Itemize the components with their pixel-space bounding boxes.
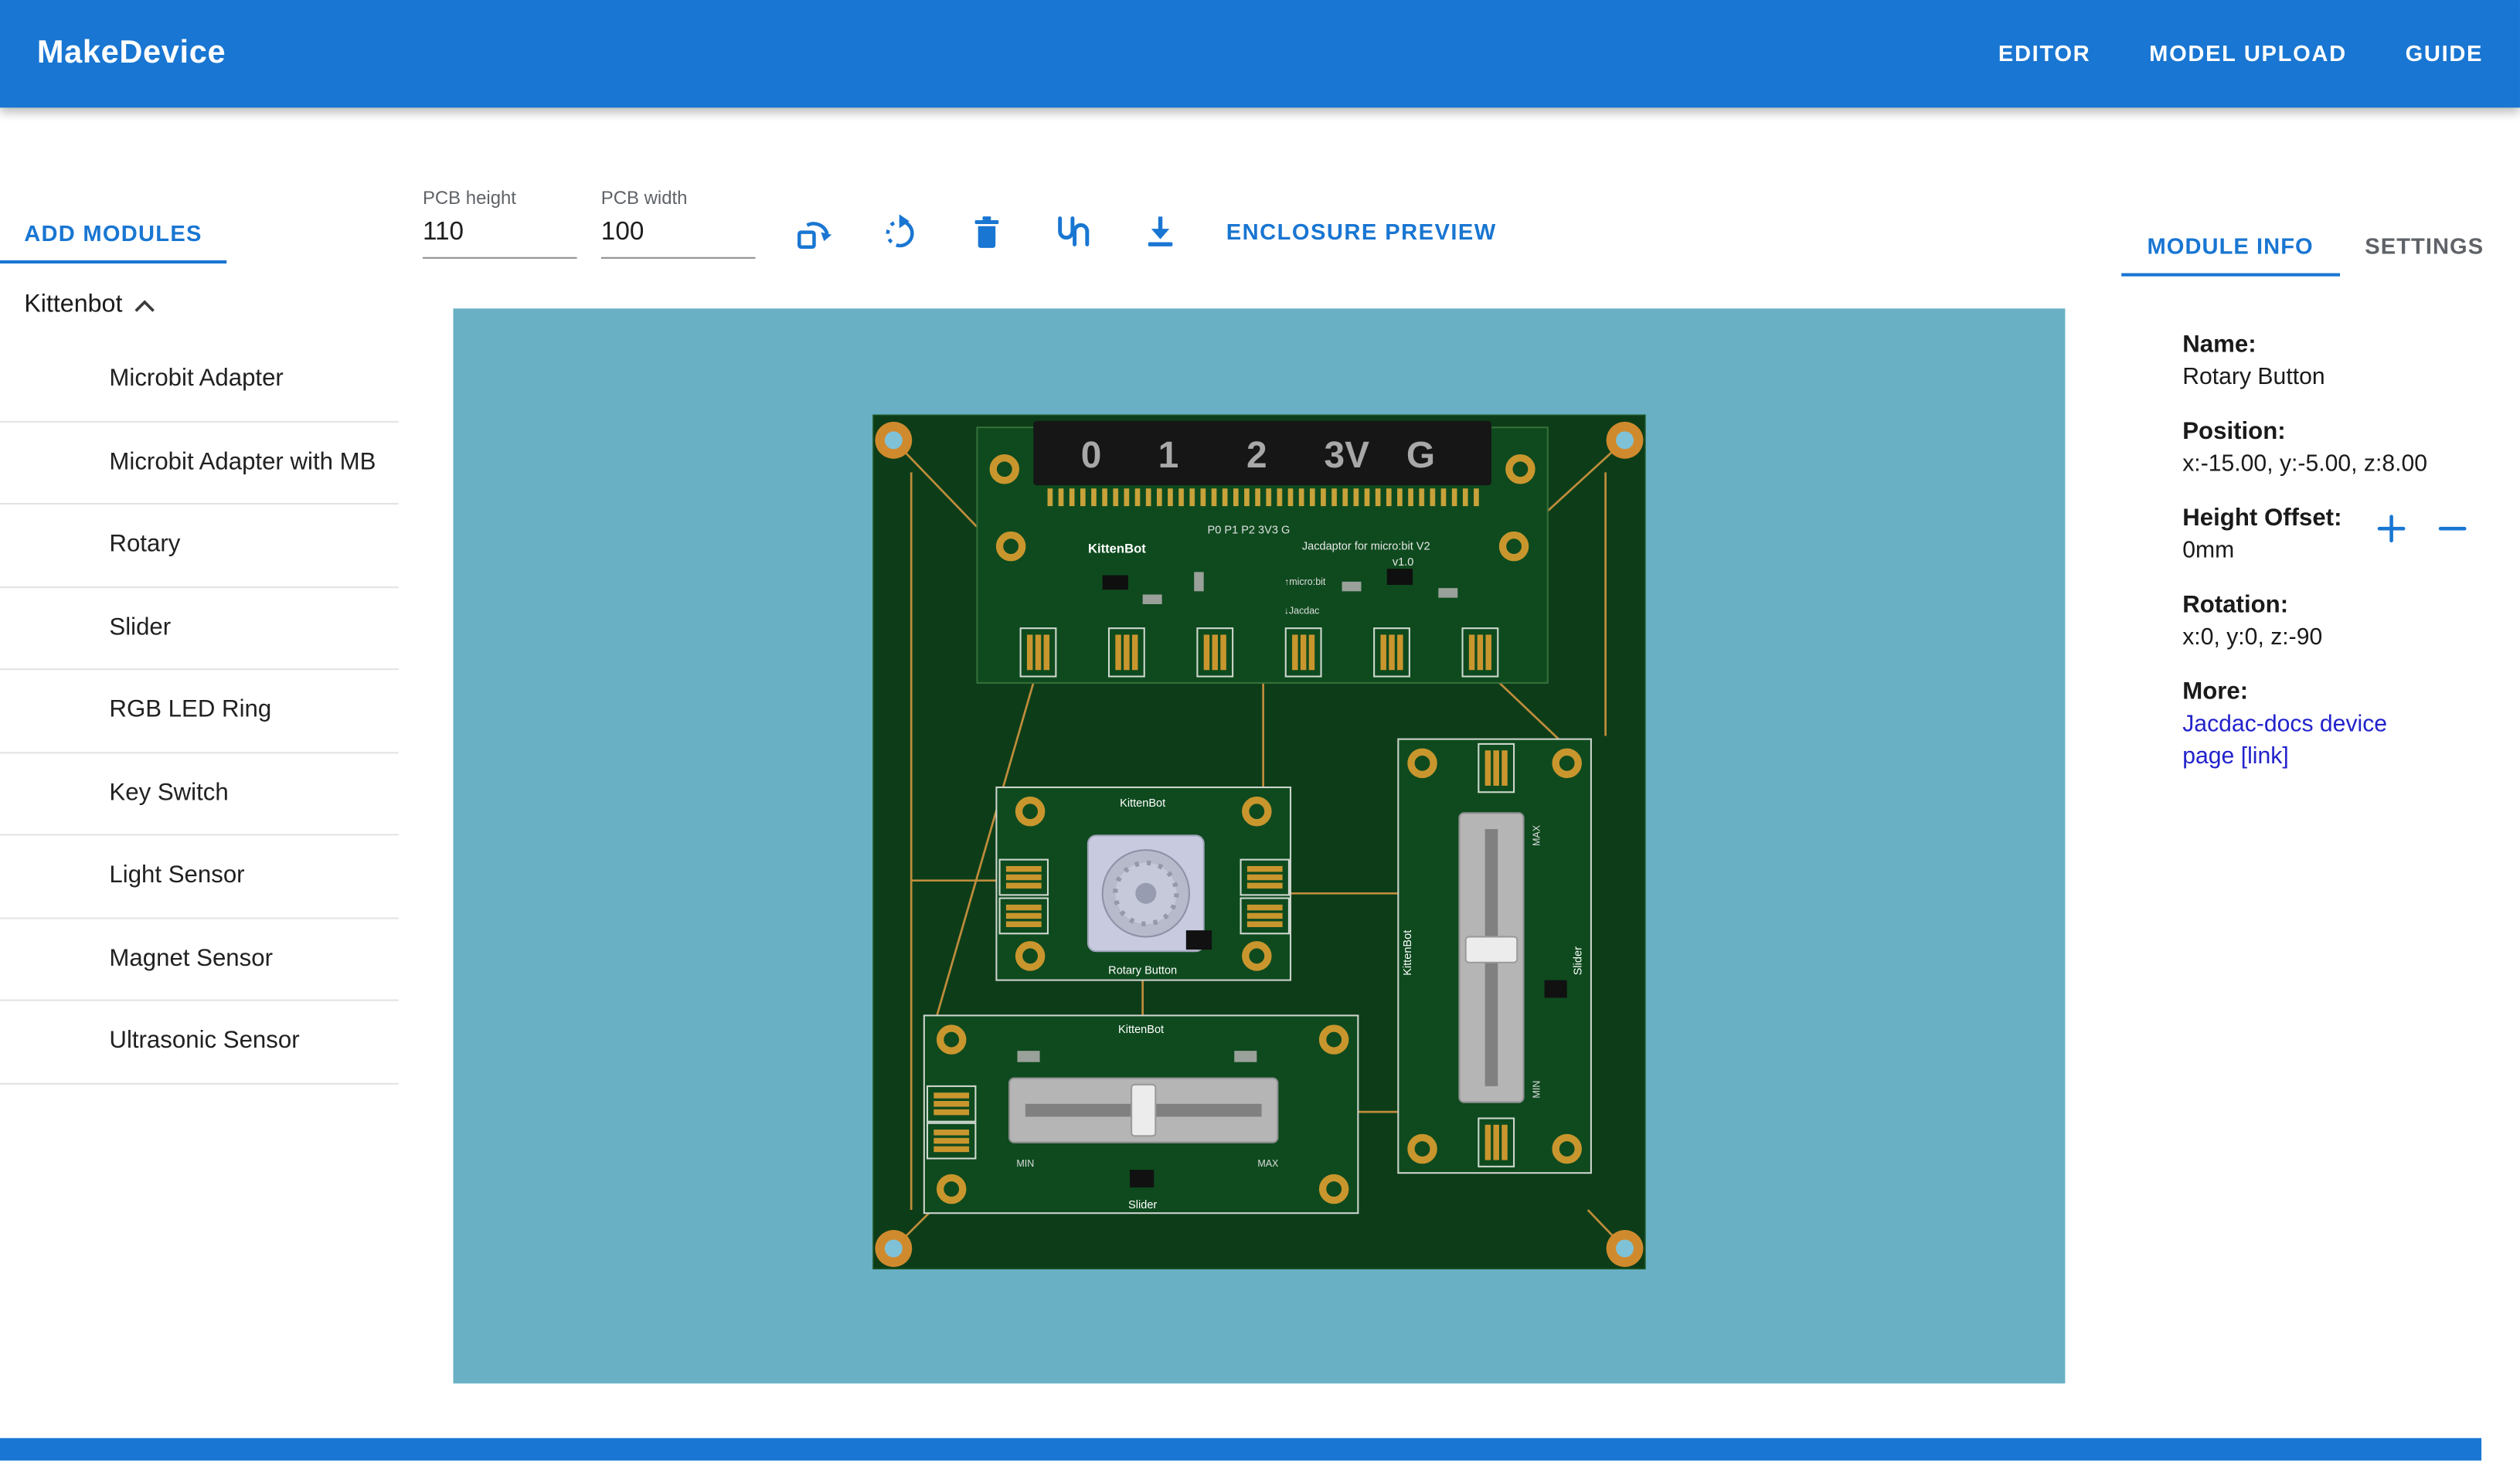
nav-model-upload[interactable]: MODEL UPLOAD <box>2149 0 2347 107</box>
field-rotation: Rotation: x:0, y:0, z:-90 <box>2182 589 2468 654</box>
sidebar-item-magnet-sensor[interactable]: Magnet Sensor <box>0 919 399 1001</box>
footer-bar <box>0 1438 2481 1460</box>
brand-silk: KittenBot <box>1088 541 1146 556</box>
decrease-height-offset-icon[interactable] <box>2433 509 2472 548</box>
sidebar-item-microbit-adapter-with-mb[interactable]: Microbit Adapter with MB <box>0 422 399 505</box>
delete-icon[interactable] <box>966 210 1008 252</box>
brand-silk: KittenBot <box>1118 1024 1164 1036</box>
pcb-width-field: PCB width <box>601 189 756 258</box>
pcb-board[interactable]: 0 1 2 3V G P0 P1 P2 3V3 G KittenBot Jacd… <box>872 415 1645 1269</box>
horizontal-slider-track <box>1009 1078 1277 1142</box>
tab-add-modules[interactable]: ADD MODULES <box>0 201 226 263</box>
rotate-module-icon[interactable] <box>792 210 834 252</box>
sidebar-group-kittenbot[interactable]: Kittenbot <box>24 291 399 319</box>
sidebar-item-rgb-led-ring[interactable]: RGB LED Ring <box>0 670 399 753</box>
app-header: MakeDevice EDITOR MODEL UPLOAD GUIDE <box>0 0 2520 107</box>
sidebar-group-label: Kittenbot <box>24 291 122 319</box>
hslider-chip <box>1130 1170 1154 1187</box>
module-microbit-adapter[interactable]: 0 1 2 3V G P0 P1 P2 3V3 G KittenBot Jacd… <box>977 421 1547 683</box>
min-silk: MIN <box>1531 1081 1542 1099</box>
max-silk: MAX <box>1531 824 1542 846</box>
module-info-panel: Name: Rotary Button Position: x:-15.00, … <box>2182 329 2468 795</box>
svg-text:0: 0 <box>1081 435 1102 476</box>
sidebar-item-key-switch[interactable]: Key Switch <box>0 753 399 835</box>
jacdac-routing-icon[interactable] <box>1053 210 1094 252</box>
jacdac-docs-link[interactable]: Jacdac-docs device page [link] <box>2182 708 2440 773</box>
increase-height-offset-icon[interactable] <box>2372 509 2411 548</box>
sidebar-item-ultrasonic-sensor[interactable]: Ultrasonic Sensor <box>0 1001 399 1084</box>
name-value: Rotary Button <box>2182 362 2468 394</box>
tab-settings[interactable]: SETTINGS <box>2339 214 2509 277</box>
sidebar-item-rotary[interactable]: Rotary <box>0 505 399 587</box>
adapter-title-silk: Jacdaptor for micro:bit V2 <box>1302 540 1430 552</box>
rotate-board-icon[interactable] <box>879 210 921 252</box>
rotary-label-silk: Rotary Button <box>1108 964 1177 977</box>
jacdac-arrow-silk: ↓Jacdac <box>1284 605 1320 616</box>
pcb-canvas[interactable]: 0 1 2 3V G P0 P1 P2 3V3 G KittenBot Jacd… <box>453 308 2065 1383</box>
slider-label-silk: Slider <box>1128 1199 1157 1211</box>
edge-connector-pins <box>1043 488 1481 506</box>
vertical-slider-track <box>1459 813 1523 1102</box>
rotation-value: x:0, y:0, z:-90 <box>2182 622 2468 654</box>
header-nav: EDITOR MODEL UPLOAD GUIDE <box>1947 0 2483 107</box>
pcb-height-label: PCB height <box>423 189 577 209</box>
download-icon[interactable] <box>1140 210 1182 252</box>
brand-silk: KittenBot <box>1120 797 1165 810</box>
min-silk: MIN <box>1016 1158 1034 1169</box>
svg-text:3V: 3V <box>1325 435 1370 476</box>
pcb-width-input[interactable] <box>601 212 756 259</box>
pcb-height-field: PCB height <box>423 189 577 258</box>
module-slider-vertical[interactable]: MAX MIN KittenBot Slider <box>1398 739 1591 1174</box>
nav-guide[interactable]: GUIDE <box>2406 0 2484 107</box>
right-panel-tabs: MODULE INFO SETTINGS <box>2121 214 2509 277</box>
tab-module-info[interactable]: MODULE INFO <box>2121 214 2339 277</box>
microbit-arrow-silk: ↑micro:bit <box>1284 576 1326 587</box>
height-offset-controls <box>2372 509 2472 548</box>
pin-row-silk: P0 P1 P2 3V3 G <box>1208 524 1291 536</box>
hslider-jacdac-connectors <box>927 1086 975 1159</box>
field-name: Name: Rotary Button <box>2182 329 2468 393</box>
more-label: More: <box>2182 677 2468 709</box>
rotary-chip <box>1186 930 1212 950</box>
svg-text:2: 2 <box>1246 435 1267 476</box>
app-window: MakeDevice EDITOR MODEL UPLOAD GUIDE ADD… <box>0 0 2520 1461</box>
position-value: x:-15.00, y:-5.00, z:8.00 <box>2182 448 2468 481</box>
field-more: More: Jacdac-docs device page [link] <box>2182 677 2468 773</box>
slider-chip <box>1545 980 1567 998</box>
field-height-offset: Height Offset: 0mm <box>2182 503 2468 567</box>
sidebar-item-slider[interactable]: Slider <box>0 587 399 670</box>
canvas-toolbar <box>792 210 1181 252</box>
modules-sidebar: ADD MODULES Kittenbot Microbit Adapter M… <box>0 201 399 1084</box>
module-rotary-button[interactable]: KittenBot Rotary Button <box>996 787 1291 980</box>
pcb-width-label: PCB width <box>601 189 756 209</box>
svg-text:G: G <box>1406 435 1435 476</box>
sidebar-item-light-sensor[interactable]: Light Sensor <box>0 835 399 918</box>
sidebar-item-microbit-adapter[interactable]: Microbit Adapter <box>0 339 399 422</box>
name-label: Name: <box>2182 329 2468 362</box>
brand-silk: KittenBot <box>1402 930 1414 976</box>
rotation-label: Rotation: <box>2182 589 2468 622</box>
module-slider-horizontal[interactable]: KittenBot MIN MAX Slider <box>924 1015 1359 1213</box>
chevron-up-icon <box>134 298 156 313</box>
enclosure-preview-button[interactable]: ENCLOSURE PREVIEW <box>1226 219 1497 244</box>
svg-text:1: 1 <box>1158 435 1179 476</box>
max-silk: MAX <box>1257 1158 1279 1169</box>
sidebar-items-list: Microbit Adapter Microbit Adapter with M… <box>0 339 399 1084</box>
nav-editor[interactable]: EDITOR <box>1998 0 2090 107</box>
field-position: Position: x:-15.00, y:-5.00, z:8.00 <box>2182 416 2468 481</box>
pcb-height-input[interactable] <box>423 212 577 259</box>
position-label: Position: <box>2182 416 2468 449</box>
slider-label-silk: Slider <box>1572 946 1584 975</box>
adapter-version-silk: v1.0 <box>1393 556 1414 569</box>
app-title: MakeDevice <box>37 0 226 107</box>
